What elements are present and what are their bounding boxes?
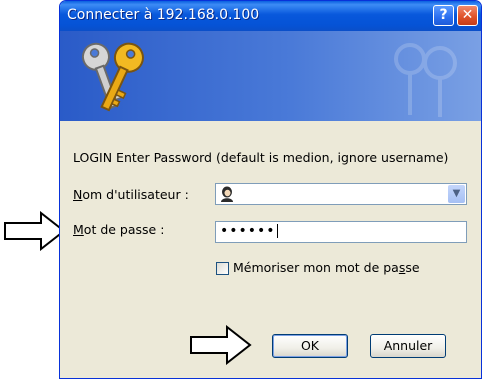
close-icon: ✕ bbox=[461, 7, 474, 23]
login-dialog: Connecter à 192.168.0.100 ? ✕ LOGIN Ente… bbox=[59, 0, 482, 379]
help-icon: ? bbox=[439, 7, 448, 23]
dialog-content: LOGIN Enter Password (default is medion,… bbox=[60, 121, 481, 378]
chevron-down-icon[interactable]: ▼ bbox=[448, 185, 465, 203]
password-label: Mot de passe : bbox=[73, 222, 164, 237]
keys-watermark-icon bbox=[394, 43, 457, 117]
text-caret bbox=[276, 224, 278, 238]
remember-password-checkbox[interactable] bbox=[216, 262, 229, 275]
username-label-text: om d'utilisateur : bbox=[82, 187, 189, 202]
help-button[interactable]: ? bbox=[433, 5, 454, 26]
password-label-text: ot de passe : bbox=[83, 222, 165, 237]
password-field[interactable]: •••••• bbox=[215, 221, 467, 243]
close-button[interactable]: ✕ bbox=[457, 5, 478, 26]
cancel-button[interactable]: Annuler bbox=[370, 334, 446, 358]
remember-password-label[interactable]: Mémoriser mon mot de passe bbox=[233, 260, 420, 275]
window-title: Connecter à 192.168.0.100 bbox=[67, 7, 260, 23]
dialog-banner bbox=[60, 31, 481, 121]
right-arrow-icon-password bbox=[4, 211, 66, 251]
right-arrow-icon-ok bbox=[190, 325, 252, 365]
keys-icon bbox=[81, 42, 144, 112]
username-combobox[interactable]: ▼ bbox=[215, 183, 467, 205]
remember-label-start: Mémoriser mon mot de pa bbox=[233, 260, 399, 275]
username-label: Nom d'utilisateur : bbox=[73, 187, 189, 202]
login-info-text: LOGIN Enter Password (default is medion,… bbox=[73, 150, 449, 165]
username-label-accelerator: N bbox=[73, 187, 83, 202]
password-label-accelerator: M bbox=[73, 222, 84, 237]
remember-label-end: se bbox=[405, 260, 420, 275]
password-value: •••••• bbox=[220, 223, 276, 239]
ok-button[interactable]: OK bbox=[272, 334, 348, 358]
user-avatar-icon bbox=[221, 186, 233, 202]
title-bar[interactable]: Connecter à 192.168.0.100 ? ✕ bbox=[60, 1, 481, 31]
